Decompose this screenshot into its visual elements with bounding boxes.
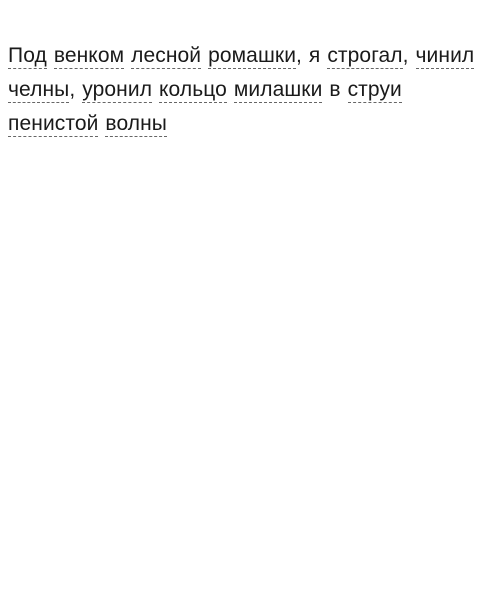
plain-2: ,: [403, 44, 416, 67]
word-romashki: ромашки: [208, 44, 296, 69]
word-strui: струи: [348, 78, 402, 103]
document-page: Под венком лесной ромашки, я строгал, чи…: [0, 0, 500, 141]
word-pod: Под: [8, 44, 47, 69]
word-penistoy: пенистой: [8, 112, 98, 137]
word-koltso: кольцо: [159, 78, 227, 103]
word-chinil: чинил: [416, 44, 475, 69]
word-venkom: венком: [54, 44, 124, 69]
word-lesnoy: лесной: [131, 44, 201, 69]
word-chelny: челны: [8, 78, 69, 103]
word-milashki: милашки: [234, 78, 323, 103]
word-volny: волны: [105, 112, 167, 137]
paragraph: Под венком лесной ромашки, я строгал, чи…: [8, 39, 488, 141]
plain-3: ,: [69, 78, 82, 101]
word-strogal: строгал: [327, 44, 402, 69]
plain-4: в: [322, 78, 347, 101]
plain-1: , я: [296, 44, 327, 67]
word-uronil: уронил: [82, 78, 152, 103]
